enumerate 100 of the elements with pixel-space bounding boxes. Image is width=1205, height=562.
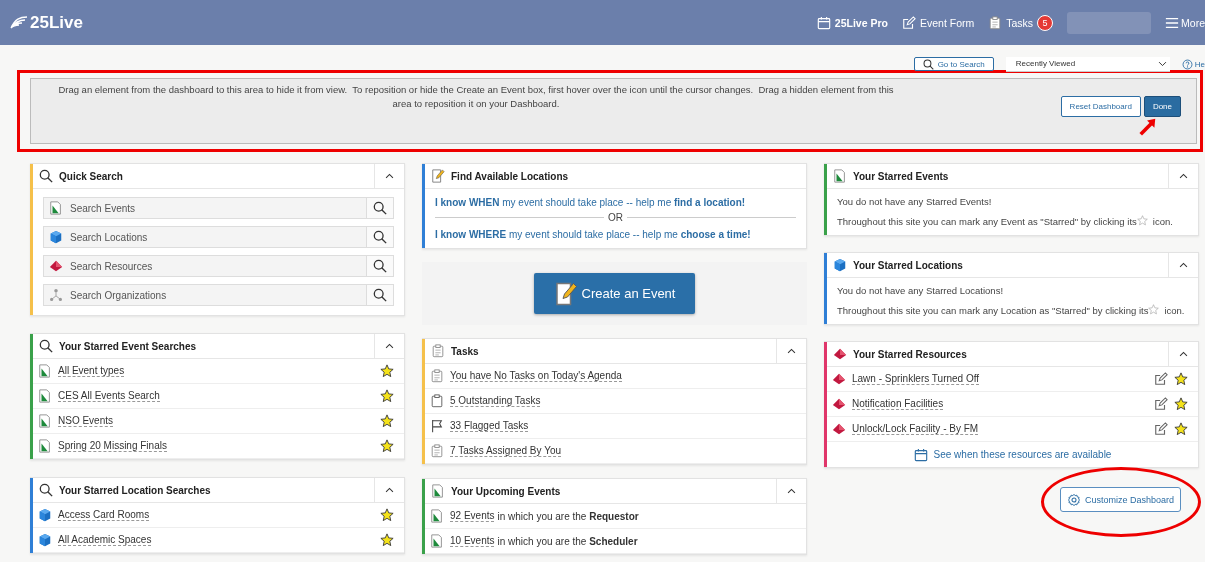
logo-icon (10, 15, 28, 30)
list-link[interactable]: You have No Tasks on Today's Agenda (450, 370, 622, 382)
star-icon[interactable] (1174, 372, 1188, 386)
clipboard-icon (430, 444, 444, 458)
hint-text: Throughout this site you can mark any Location as "Starred" by clicking its (837, 305, 1149, 316)
list-link[interactable]: 33 Flagged Tasks (450, 420, 529, 432)
star-icon[interactable] (380, 533, 394, 547)
nav-link[interactable]: Event Form (901, 15, 975, 30)
events-link[interactable]: 92 Events (450, 510, 495, 522)
list-link[interactable]: Access Card Rooms (58, 509, 150, 521)
events-link[interactable]: 10 Events (450, 535, 495, 547)
cube-icon (38, 533, 52, 547)
list-link[interactable]: 7 Tasks Assigned By You (450, 445, 561, 457)
more-menu-button[interactable]: More (1165, 15, 1205, 30)
annotation-arrow (1138, 116, 1158, 136)
star-icon[interactable] (380, 439, 394, 453)
card-title: Your Starred Locations (853, 259, 964, 271)
empty-message: You do not have any Starred Locations! (837, 284, 1005, 298)
search-icon (39, 169, 53, 183)
pyramid-icon (832, 397, 846, 411)
star-outline-icon (1136, 215, 1148, 226)
star-icon[interactable] (380, 508, 394, 522)
star-icon[interactable] (380, 389, 394, 403)
search-icon (373, 201, 387, 215)
list-link[interactable]: Spring 20 Missing Finals (58, 440, 167, 452)
settings-icon (1066, 492, 1081, 507)
cube-icon (38, 508, 52, 522)
search-icon (373, 230, 387, 244)
list-link[interactable]: Lawn - Sprinklers Turned Off (852, 373, 980, 385)
create-event-button[interactable]: Create an Event (534, 273, 695, 314)
card-title: Your Starred Events (853, 170, 950, 182)
search-field[interactable]: Search Organizations (43, 284, 367, 306)
empty-message: You do not have any Starred Events! (837, 195, 993, 209)
document-icon (431, 484, 445, 498)
card-title: Your Starred Event Searches (59, 340, 198, 352)
pyramid-icon (832, 422, 846, 436)
logo-text[interactable]: 25Live (30, 12, 83, 33)
card-title: Tasks (451, 345, 480, 357)
document-icon (430, 509, 444, 523)
instruction-text: Drag an element from the dashboard to this area to hide it from view. To reposition or hide the Create an Event box, first hover over the icon until the cursor changes. Drag a hidden element from this area to reposition it on your Dashboard. (57, 83, 895, 111)
list-link[interactable]: Unlock/Lock Facility - By FM (852, 423, 979, 435)
card-title: Quick Search (59, 170, 124, 182)
hint-text: icon. (1164, 305, 1185, 316)
list-link[interactable]: Notification Facilities (852, 398, 944, 410)
search-icon (373, 259, 387, 273)
go-to-search-button[interactable]: Go to Search (913, 57, 994, 71)
recently-viewed-dropdown[interactable]: Recently Viewed (1005, 56, 1170, 72)
cube-icon (833, 258, 847, 272)
search-field[interactable]: Search Locations (43, 226, 367, 248)
document-icon (38, 414, 52, 428)
document-icon (833, 169, 847, 183)
clipboard-icon (431, 344, 445, 358)
hint-text: Throughout this site you can mark any Event as "Starred" by clicking its (837, 216, 1137, 227)
list-link[interactable]: NSO Events (58, 415, 114, 427)
document-icon (430, 534, 444, 548)
find-link[interactable]: I know WHERE my event should take place -- help me choose a time! (435, 229, 796, 240)
clipboard-outline-icon (430, 394, 444, 408)
pyramid-icon (833, 347, 847, 361)
reset-dashboard-button[interactable]: Reset Dashboard (1060, 96, 1141, 117)
row-text: in which you are the Scheduler (497, 535, 638, 547)
document-icon (38, 439, 52, 453)
edit-icon[interactable] (1154, 397, 1168, 411)
star-outline-icon (1148, 304, 1160, 315)
search-field[interactable]: Search Events (43, 197, 367, 219)
search-button[interactable] (367, 255, 394, 277)
search-button[interactable] (367, 284, 394, 306)
availability-link[interactable]: See when these resources are available (913, 447, 1112, 462)
hint-text: icon. (1152, 216, 1173, 227)
customize-dashboard-button[interactable]: Customize Dashboard (1059, 487, 1181, 512)
help-link[interactable]: He (1181, 58, 1205, 70)
search-field[interactable]: Search Resources (43, 255, 367, 277)
list-link[interactable]: All Event types (58, 365, 125, 377)
clipboard-icon (988, 15, 1003, 30)
search-button[interactable] (367, 226, 394, 248)
calendar-icon (913, 447, 928, 462)
star-icon[interactable] (1174, 397, 1188, 411)
document-icon (38, 389, 52, 403)
card-title: Your Upcoming Events (451, 485, 562, 497)
row-text: in which you are the Requestor (497, 510, 639, 522)
list-link[interactable]: 5 Outstanding Tasks (450, 395, 541, 407)
count-badge: 5 (1037, 14, 1054, 31)
calendar-icon (816, 15, 831, 30)
nav-link[interactable]: Tasks 5 (988, 14, 1054, 31)
search-button[interactable] (367, 197, 394, 219)
star-icon[interactable] (1174, 422, 1188, 436)
star-icon[interactable] (380, 364, 394, 378)
find-link[interactable]: I know WHEN my event should take place -- help me find a location! (435, 197, 796, 208)
done-button[interactable]: Done (1143, 96, 1181, 117)
or-divider-text: OR (608, 212, 623, 223)
edit-icon (901, 15, 916, 30)
nav-link[interactable]: 25Live Pro (816, 15, 888, 30)
flag-icon (430, 419, 444, 433)
pyramid-icon (832, 372, 846, 386)
clipboard-icon (430, 369, 444, 383)
star-icon[interactable] (380, 414, 394, 428)
search-icon (39, 339, 53, 353)
edit-icon[interactable] (1154, 422, 1168, 436)
edit-icon[interactable] (1154, 372, 1168, 386)
list-link[interactable]: CES All Events Search (58, 390, 160, 402)
list-link[interactable]: All Academic Spaces (58, 534, 152, 546)
